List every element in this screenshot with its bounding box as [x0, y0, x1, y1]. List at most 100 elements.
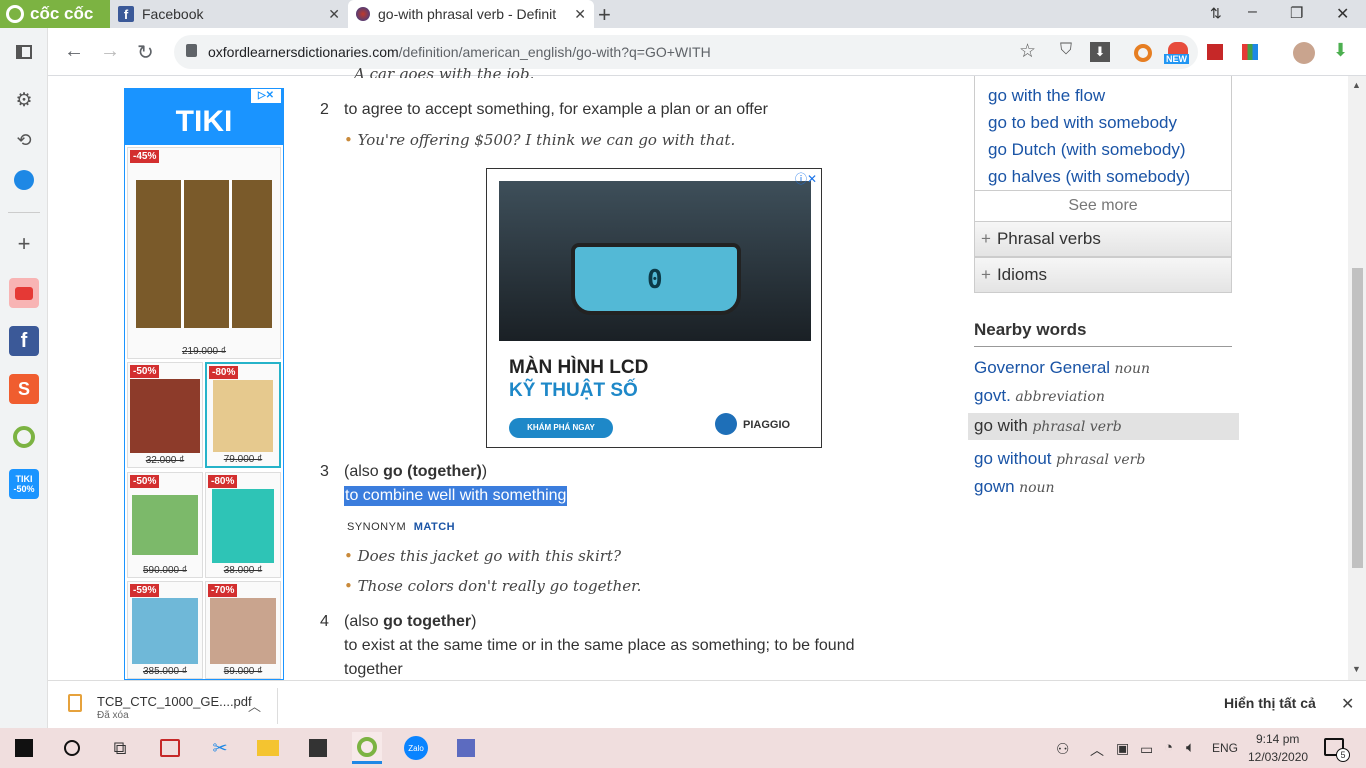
task-view-icon[interactable]: ⧉	[108, 736, 132, 760]
coccoc-taskbar-icon[interactable]	[352, 732, 382, 764]
green-download-icon[interactable]: ⬇	[1333, 40, 1348, 61]
see-more-button[interactable]: See more	[975, 197, 1231, 215]
idiom-link[interactable]: go with the flow	[988, 86, 1105, 106]
new-ext-icon[interactable]: NEW	[1164, 42, 1192, 66]
minimize-button[interactable]: –	[1248, 3, 1257, 21]
idiom-link[interactable]: go halves (with somebody)	[988, 167, 1190, 187]
history-icon[interactable]: ⟲	[9, 125, 39, 155]
adchoices-icon[interactable]: ▷✕	[251, 89, 281, 103]
tiki-product[interactable]: -59% 385.000 ₫	[127, 581, 203, 679]
file-explorer-icon[interactable]	[256, 736, 280, 760]
wifi-icon[interactable]: ◔	[1164, 739, 1173, 756]
youtube-icon[interactable]	[9, 278, 39, 308]
idiom-link[interactable]: go to bed with somebody	[988, 113, 1177, 133]
phrasal-verbs-toggle[interactable]: + Phrasal verbs	[974, 221, 1232, 257]
add-icon[interactable]: +	[9, 229, 39, 259]
close-window-button[interactable]: ✕	[1336, 4, 1349, 24]
panel-icon[interactable]	[9, 37, 39, 67]
download-icon[interactable]: ⬇	[1090, 42, 1110, 62]
also-prefix: (also	[344, 463, 384, 480]
tiki-icon[interactable]: TIKI -50%	[9, 469, 39, 499]
app-icon[interactable]	[158, 736, 182, 760]
also-prefix: (also	[344, 613, 384, 630]
new-tab-button[interactable]: +	[598, 2, 611, 28]
red-ext-icon[interactable]	[1207, 44, 1223, 60]
nearby-item[interactable]: gown noun	[974, 477, 1055, 497]
show-all-downloads-button[interactable]: Hiển thị tất cả	[1224, 695, 1316, 711]
zalo-icon[interactable]: Zalo	[404, 736, 428, 760]
shield-icon[interactable]: ⛉	[1060, 41, 1072, 59]
search-icon[interactable]	[60, 736, 84, 760]
synonym-label: SYNONYM	[347, 521, 407, 533]
windows-start-icon[interactable]	[12, 736, 36, 760]
tiki-logo: TIKI	[175, 105, 233, 138]
discount-badge: -59%	[130, 584, 160, 597]
scrollbar-thumb[interactable]	[1352, 268, 1363, 568]
nearby-item-current[interactable]: go with phrasal verb	[968, 413, 1239, 440]
maximize-button[interactable]: ❐	[1290, 4, 1303, 22]
tray-app-icon[interactable]: ▣	[1116, 740, 1129, 757]
plus-icon: +	[981, 265, 991, 284]
coccoc-green-icon[interactable]	[9, 422, 39, 452]
chevron-up-tray-icon[interactable]: ︿	[1090, 740, 1104, 760]
ad-info-icon[interactable]: ⓘ✕	[795, 170, 817, 187]
idiom-link[interactable]: go Dutch (with somebody)	[988, 140, 1185, 160]
people-icon[interactable]: ⚇	[1056, 740, 1069, 758]
forward-button[interactable]: →	[100, 40, 120, 63]
tab-coccoc[interactable]: cốc cốc	[0, 0, 110, 28]
shopee-icon[interactable]: S	[9, 374, 39, 404]
star-icon[interactable]: ☆	[1019, 40, 1036, 63]
nearby-word: gown	[974, 477, 1015, 496]
tiki-product[interactable]: -70% 59.000 ₫	[205, 581, 281, 679]
sticky-notes-icon[interactable]	[306, 736, 330, 760]
tiki-ad[interactable]: TIKI ▷✕ -45% 219.000 ₫ -50% 32.000 ₫ -80…	[124, 88, 284, 680]
app-icon-2[interactable]	[454, 736, 478, 760]
tiki-product[interactable]: -50% 590.000 ₫	[127, 472, 203, 578]
coccoc-icon[interactable]	[1134, 44, 1152, 62]
facebook-icon[interactable]: f	[9, 326, 39, 356]
reload-button[interactable]: ↻	[137, 40, 154, 65]
also-suffix: )	[481, 463, 488, 480]
messenger-icon[interactable]	[9, 165, 39, 195]
nearby-item[interactable]: govt. abbreviation	[974, 386, 1105, 406]
tiki-product[interactable]: -80% 79.000 ₫	[205, 362, 281, 468]
clock-time[interactable]: 9:14 pm	[1256, 732, 1299, 746]
piaggio-ad[interactable]: 0 ⓘ✕ MÀN HÌNH LCD KỸ THUẬT SỐ KHÁM PHÁ N…	[486, 168, 822, 448]
tiki-product[interactable]: -80% 38.000 ₫	[205, 472, 281, 578]
snip-icon[interactable]: ✂	[208, 736, 232, 760]
notification-icon[interactable]: 5	[1324, 738, 1350, 762]
pdf-file-icon	[68, 694, 82, 712]
tab-facebook[interactable]: f Facebook ✕	[110, 0, 348, 28]
tiki-product[interactable]: -45% 219.000 ₫	[127, 147, 281, 359]
avatar-icon[interactable]	[1293, 42, 1315, 64]
product-image	[212, 489, 274, 563]
colorful-ext-icon[interactable]	[1242, 44, 1258, 60]
chevron-up-icon[interactable]: ︿	[248, 696, 261, 715]
address-path: /definition/american_english/go-with?q=G…	[398, 44, 711, 60]
settings-icon[interactable]: ⚙	[9, 85, 39, 115]
plus-icon: +	[981, 229, 991, 248]
example: • Those colors don't really go together.	[344, 577, 641, 595]
nearby-item[interactable]: Governor General noun	[974, 358, 1150, 378]
language-indicator[interactable]: ENG	[1212, 741, 1238, 755]
product-price: 79.000 ₫	[223, 454, 263, 465]
battery-icon[interactable]: ▭	[1140, 741, 1153, 758]
idioms-toggle[interactable]: + Idioms	[974, 257, 1232, 293]
clock-date[interactable]: 12/03/2020	[1248, 750, 1308, 764]
address-bar[interactable]: oxfordlearnersdictionaries.com/definitio…	[174, 35, 1198, 69]
nearby-item[interactable]: go without phrasal verb	[974, 449, 1145, 469]
ad-cta-button[interactable]: KHÁM PHÁ NGAY	[509, 418, 613, 438]
scroll-up-icon[interactable]: ▲	[1352, 80, 1361, 90]
close-tab-icon[interactable]: ✕	[574, 6, 586, 23]
tab-active[interactable]: go-with phrasal verb - Definit ✕	[348, 0, 594, 28]
volume-icon[interactable]: 🔈︎	[1186, 739, 1195, 756]
close-download-bar-icon[interactable]: ✕	[1341, 694, 1354, 714]
scroll-down-icon[interactable]: ▼	[1352, 664, 1361, 674]
synonym-link[interactable]: MATCH	[414, 521, 455, 533]
tiki-product[interactable]: -50% 32.000 ₫	[127, 362, 203, 468]
back-button[interactable]: ←	[64, 40, 84, 63]
close-tab-icon[interactable]: ✕	[328, 6, 340, 23]
see-more-divider	[975, 190, 1231, 191]
download-item[interactable]: TCB_CTC_1000_GE....pdf Đã xóa ︿	[62, 688, 278, 724]
restore-menu-icon[interactable]: ⇅	[1210, 5, 1222, 22]
